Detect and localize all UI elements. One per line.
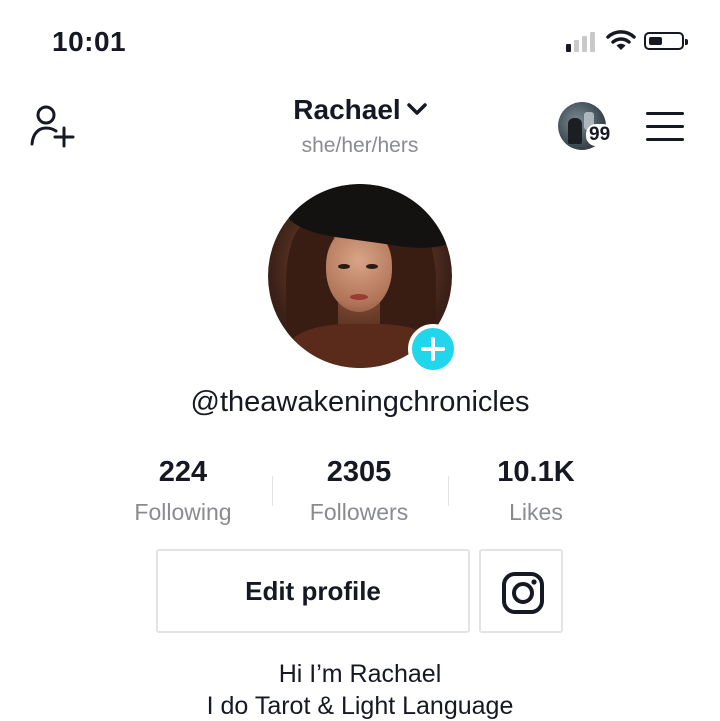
chevron-down-icon — [406, 102, 427, 121]
account-switcher[interactable]: Rachael — [0, 94, 720, 126]
profile-name: Rachael — [293, 94, 401, 125]
following-stat[interactable]: 224 Following — [93, 456, 273, 526]
likes-label: Likes — [509, 499, 563, 525]
instagram-button[interactable] — [479, 549, 563, 633]
wifi-icon — [606, 28, 636, 57]
bio-line: Hi I’m Rachael — [278, 660, 442, 688]
menu-icon[interactable] — [646, 112, 684, 151]
following-count: 224 — [158, 456, 208, 488]
followers-label: Followers — [309, 499, 409, 525]
status-time: 10:01 — [52, 26, 127, 57]
edit-profile-button[interactable]: Edit profile — [156, 549, 470, 633]
bio-line: I do Tarot & Light Language — [206, 692, 514, 720]
story-count-badge: 99 — [586, 124, 614, 146]
likes-count: 10.1K — [497, 456, 575, 488]
likes-stat[interactable]: 10.1K Likes — [446, 456, 626, 526]
add-avatar-button[interactable] — [408, 324, 458, 374]
followers-count: 2305 — [326, 456, 392, 488]
signal-icon — [566, 32, 595, 52]
following-label: Following — [134, 499, 232, 525]
username: @theawakeningchronicles — [190, 386, 530, 418]
battery-icon — [644, 32, 688, 50]
followers-stat[interactable]: 2305 Followers — [269, 456, 449, 526]
